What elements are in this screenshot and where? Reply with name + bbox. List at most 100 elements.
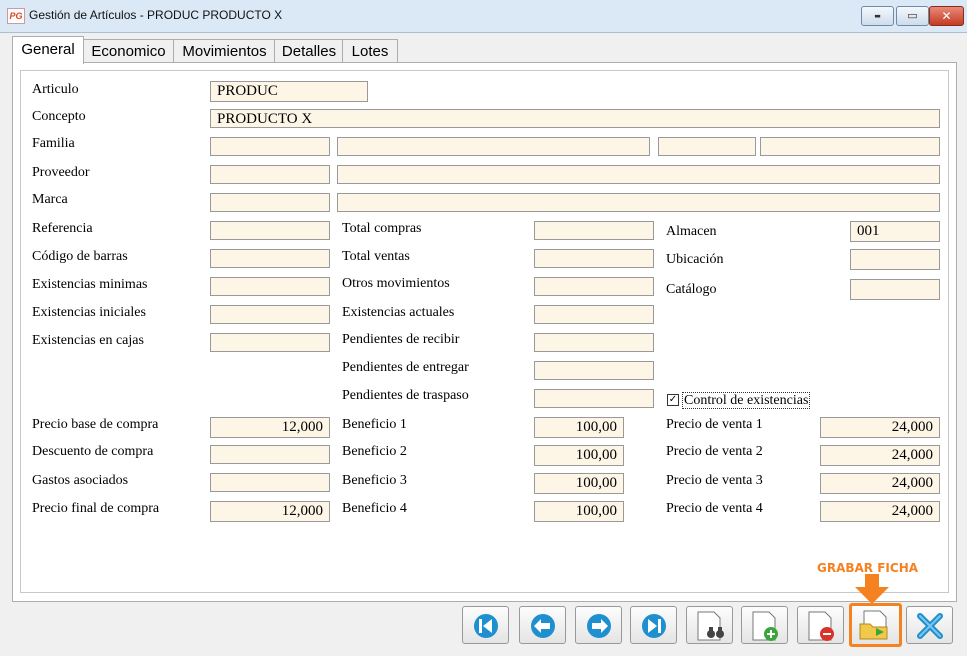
marca-label: Marca bbox=[32, 192, 68, 207]
existencias-cajas-field[interactable] bbox=[210, 333, 330, 352]
existencias-minimas-field[interactable] bbox=[210, 277, 330, 296]
existencias-actuales-label: Existencias actuales bbox=[342, 305, 455, 320]
delete-document-icon bbox=[808, 611, 834, 641]
precio-venta-4-label: Precio de venta 4 bbox=[666, 501, 763, 516]
subfamilia-name-field[interactable] bbox=[760, 137, 940, 156]
total-ventas-label: Total ventas bbox=[342, 249, 410, 264]
catalogo-label: Catálogo bbox=[666, 282, 717, 297]
marca-code-field[interactable] bbox=[210, 193, 330, 212]
previous-arrow-icon bbox=[531, 614, 555, 638]
pendientes-entregar-label: Pendientes de entregar bbox=[342, 360, 469, 375]
familia-code-field[interactable] bbox=[210, 137, 330, 156]
proveedor-code-field[interactable] bbox=[210, 165, 330, 184]
precio-venta-3-field[interactable]: 24,000 bbox=[820, 473, 940, 494]
beneficio-4-field[interactable]: 100,00 bbox=[534, 501, 624, 522]
minimize-button[interactable]: ▬ bbox=[861, 6, 894, 26]
articulo-label: Articulo bbox=[32, 82, 79, 97]
annotation-arrow-icon bbox=[855, 574, 889, 604]
otros-movimientos-label: Otros movimientos bbox=[342, 276, 450, 291]
next-arrow-icon bbox=[587, 614, 611, 638]
tab-economico[interactable]: Economico bbox=[82, 39, 175, 63]
tab-detalles[interactable]: Detalles bbox=[274, 39, 344, 63]
close-x-icon bbox=[917, 613, 943, 639]
catalogo-field[interactable] bbox=[850, 279, 940, 300]
total-ventas-field[interactable] bbox=[534, 249, 654, 268]
precio-base-compra-field[interactable]: 12,000 bbox=[210, 417, 330, 438]
precio-venta-3-label: Precio de venta 3 bbox=[666, 473, 763, 488]
beneficio-3-label: Beneficio 3 bbox=[342, 473, 407, 488]
concepto-field[interactable]: PRODUCTO X bbox=[210, 109, 940, 128]
pendientes-traspaso-label: Pendientes de traspaso bbox=[342, 388, 469, 403]
tab-lotes[interactable]: Lotes bbox=[342, 39, 398, 63]
referencia-label: Referencia bbox=[32, 221, 93, 236]
gastos-asociados-label: Gastos asociados bbox=[32, 473, 129, 488]
precio-venta-1-field[interactable]: 24,000 bbox=[820, 417, 940, 438]
pendientes-entregar-field[interactable] bbox=[534, 361, 654, 380]
maximize-button[interactable]: ▭ bbox=[896, 6, 929, 26]
close-form-button[interactable] bbox=[906, 606, 953, 644]
descuento-compra-label: Descuento de compra bbox=[32, 444, 154, 459]
concepto-label: Concepto bbox=[32, 109, 86, 124]
control-existencias-checkbox[interactable]: ✓ bbox=[667, 394, 679, 406]
existencias-iniciales-field[interactable] bbox=[210, 305, 330, 324]
precio-venta-2-field[interactable]: 24,000 bbox=[820, 445, 940, 466]
first-record-button[interactable] bbox=[462, 606, 509, 644]
almacen-field[interactable]: 001 bbox=[850, 221, 940, 242]
otros-movimientos-field[interactable] bbox=[534, 277, 654, 296]
minimize-icon: ▬ bbox=[874, 12, 881, 20]
pendientes-recibir-label: Pendientes de recibir bbox=[342, 332, 460, 347]
close-window-button[interactable]: ✕ bbox=[929, 6, 964, 26]
beneficio-3-field[interactable]: 100,00 bbox=[534, 473, 624, 494]
codigo-barras-label: Código de barras bbox=[32, 249, 128, 264]
first-record-icon bbox=[474, 614, 498, 638]
control-existencias-label: Control de existencias bbox=[682, 392, 811, 409]
total-compras-field[interactable] bbox=[534, 221, 654, 240]
beneficio-1-label: Beneficio 1 bbox=[342, 417, 407, 432]
next-record-button[interactable] bbox=[575, 606, 622, 644]
add-document-icon bbox=[752, 611, 778, 641]
last-record-icon bbox=[642, 614, 666, 638]
beneficio-4-label: Beneficio 4 bbox=[342, 501, 407, 516]
search-button[interactable] bbox=[686, 606, 733, 644]
tab-general[interactable]: General bbox=[12, 36, 84, 64]
marca-name-field[interactable] bbox=[337, 193, 940, 212]
save-folder-icon bbox=[859, 610, 888, 640]
title-bar: PG Gestión de Artículos - PRODUC PRODUCT… bbox=[0, 0, 967, 33]
beneficio-1-field[interactable]: 100,00 bbox=[534, 417, 624, 438]
last-record-button[interactable] bbox=[630, 606, 677, 644]
existencias-iniciales-label: Existencias iniciales bbox=[32, 305, 146, 320]
grabar-ficha-annotation: GRABAR FICHA bbox=[817, 561, 919, 575]
ubicacion-field[interactable] bbox=[850, 249, 940, 270]
articulo-field[interactable]: PRODUC bbox=[210, 81, 368, 102]
close-icon: ✕ bbox=[941, 9, 952, 23]
proveedor-label: Proveedor bbox=[32, 165, 90, 180]
maximize-icon: ▭ bbox=[907, 9, 918, 22]
save-record-button[interactable] bbox=[849, 603, 902, 647]
referencia-field[interactable] bbox=[210, 221, 330, 240]
total-compras-label: Total compras bbox=[342, 221, 422, 236]
pendientes-traspaso-field[interactable] bbox=[534, 389, 654, 408]
almacen-label: Almacen bbox=[666, 224, 717, 239]
subfamilia-code-field[interactable] bbox=[658, 137, 756, 156]
delete-record-button[interactable] bbox=[797, 606, 844, 644]
tab-movimientos[interactable]: Movimientos bbox=[173, 39, 276, 63]
new-record-button[interactable] bbox=[741, 606, 788, 644]
beneficio-2-label: Beneficio 2 bbox=[342, 444, 407, 459]
precio-venta-4-field[interactable]: 24,000 bbox=[820, 501, 940, 522]
existencias-actuales-field[interactable] bbox=[534, 305, 654, 324]
beneficio-2-field[interactable]: 100,00 bbox=[534, 445, 624, 466]
ubicacion-label: Ubicación bbox=[666, 252, 724, 267]
familia-name-field[interactable] bbox=[337, 137, 650, 156]
descuento-compra-field[interactable] bbox=[210, 445, 330, 464]
precio-final-compra-field[interactable]: 12,000 bbox=[210, 501, 330, 522]
codigo-barras-field[interactable] bbox=[210, 249, 330, 268]
pendientes-recibir-field[interactable] bbox=[534, 333, 654, 352]
precio-venta-1-label: Precio de venta 1 bbox=[666, 417, 763, 432]
previous-record-button[interactable] bbox=[519, 606, 566, 644]
existencias-minimas-label: Existencias minimas bbox=[32, 277, 148, 292]
gastos-asociados-field[interactable] bbox=[210, 473, 330, 492]
app-icon: PG bbox=[7, 8, 25, 24]
proveedor-name-field[interactable] bbox=[337, 165, 940, 184]
precio-venta-2-label: Precio de venta 2 bbox=[666, 444, 763, 459]
familia-label: Familia bbox=[32, 136, 75, 151]
